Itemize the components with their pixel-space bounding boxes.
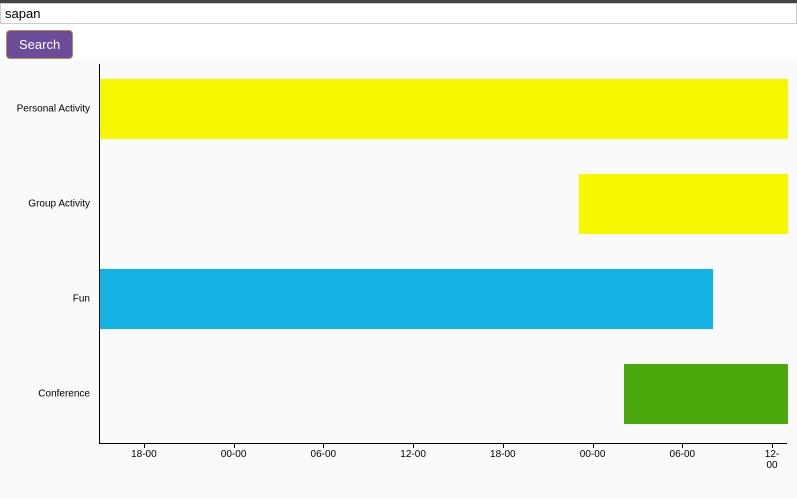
gantt-chart: Personal Activity Group Activity Fun Con… <box>0 59 797 499</box>
x-tick <box>682 444 683 448</box>
x-label: 06-00 <box>311 449 337 460</box>
x-label: 18-00 <box>131 449 157 460</box>
x-tick <box>593 444 594 448</box>
y-label-fun: Fun <box>0 294 90 305</box>
x-label: 18-00 <box>490 449 516 460</box>
bar-group-activity <box>579 174 788 234</box>
x-tick <box>323 444 324 448</box>
y-label-personal: Personal Activity <box>0 104 90 115</box>
x-label: 06-00 <box>670 449 696 460</box>
y-label-conference: Conference <box>0 389 90 400</box>
y-label-group: Group Activity <box>0 199 90 210</box>
bar-fun <box>100 269 713 329</box>
plot-region <box>99 64 787 444</box>
x-label: 12-00 <box>760 449 785 471</box>
bar-conference <box>624 364 788 424</box>
x-tick <box>413 444 414 448</box>
x-tick <box>772 444 773 448</box>
x-tick <box>144 444 145 448</box>
search-input[interactable] <box>0 3 797 24</box>
bar-personal-activity <box>100 79 788 139</box>
x-label: 12-00 <box>400 449 426 460</box>
x-tick <box>503 444 504 448</box>
search-button[interactable]: Search <box>6 30 73 59</box>
x-label: 00-00 <box>580 449 606 460</box>
x-label: 00-00 <box>221 449 247 460</box>
x-tick <box>234 444 235 448</box>
